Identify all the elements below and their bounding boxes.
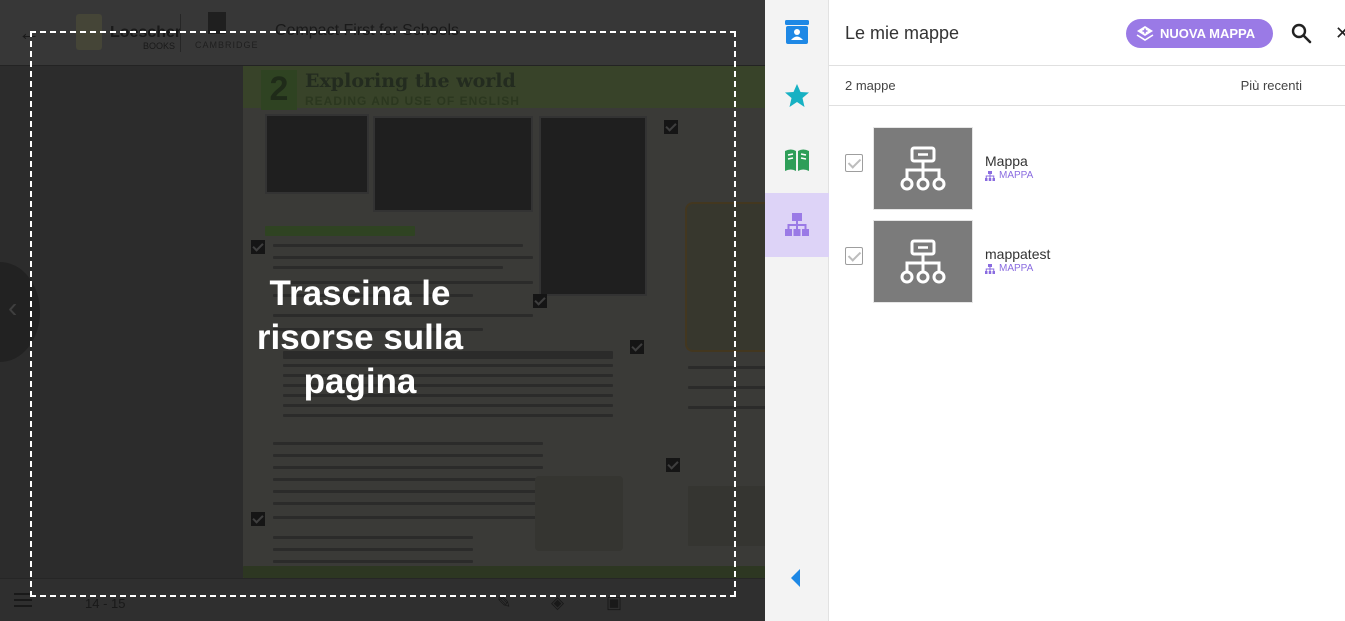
map-checkbox[interactable] xyxy=(845,154,863,172)
sitemap-icon xyxy=(985,263,995,274)
list-subheader: 2 mappe Più recenti xyxy=(829,66,1345,106)
map-type: MAPPA xyxy=(985,263,1033,274)
star-icon xyxy=(785,84,809,107)
map-type-label: MAPPA xyxy=(999,263,1034,274)
sitemap-icon xyxy=(900,239,946,283)
sitemap-icon xyxy=(785,213,809,236)
book-icon xyxy=(785,149,809,171)
rail-item-books[interactable] xyxy=(765,128,829,192)
new-map-label: NUOVA MAPPA xyxy=(1160,26,1256,41)
map-thumbnail[interactable] xyxy=(873,220,973,303)
list-item[interactable]: Mappa MAPPA xyxy=(829,127,1345,211)
search-icon[interactable] xyxy=(1290,22,1312,44)
maps-panel: Le mie mappe NUOVA MAPPA ✕ 2 mappe Più r… xyxy=(829,0,1345,621)
sort-dropdown[interactable]: Più recenti xyxy=(1241,78,1302,93)
chevron-left-icon xyxy=(791,569,800,587)
bag-person-icon xyxy=(785,20,809,44)
map-count: 2 mappe xyxy=(845,78,896,93)
map-plus-icon xyxy=(1136,25,1154,41)
panel-header: Le mie mappe NUOVA MAPPA ✕ xyxy=(829,0,1345,66)
map-checkbox[interactable] xyxy=(845,247,863,265)
close-icon[interactable]: ✕ xyxy=(1335,22,1345,44)
map-type-label: MAPPA xyxy=(999,170,1034,181)
map-thumbnail[interactable] xyxy=(873,127,973,210)
map-name[interactable]: mappatest xyxy=(985,246,1050,262)
sitemap-icon xyxy=(900,146,946,190)
book-reader: ← Loescher BOOKS CAMBRIDGE Compact First… xyxy=(0,0,765,621)
rail-item-maps[interactable] xyxy=(765,193,829,257)
map-type: MAPPA xyxy=(985,170,1033,181)
new-map-button[interactable]: NUOVA MAPPA xyxy=(1126,19,1273,48)
list-item[interactable]: mappatest MAPPA xyxy=(829,220,1345,304)
panel-title: Le mie mappe xyxy=(845,23,960,43)
collapse-panel-button[interactable] xyxy=(789,566,803,590)
rail-item-my-resources[interactable] xyxy=(765,0,829,64)
drop-instruction: Trascina le risorse sulla pagina xyxy=(256,274,464,401)
side-rail xyxy=(765,0,829,621)
rail-item-favorites[interactable] xyxy=(765,64,829,128)
map-name[interactable]: Mappa xyxy=(985,153,1028,169)
sitemap-icon xyxy=(985,170,995,181)
